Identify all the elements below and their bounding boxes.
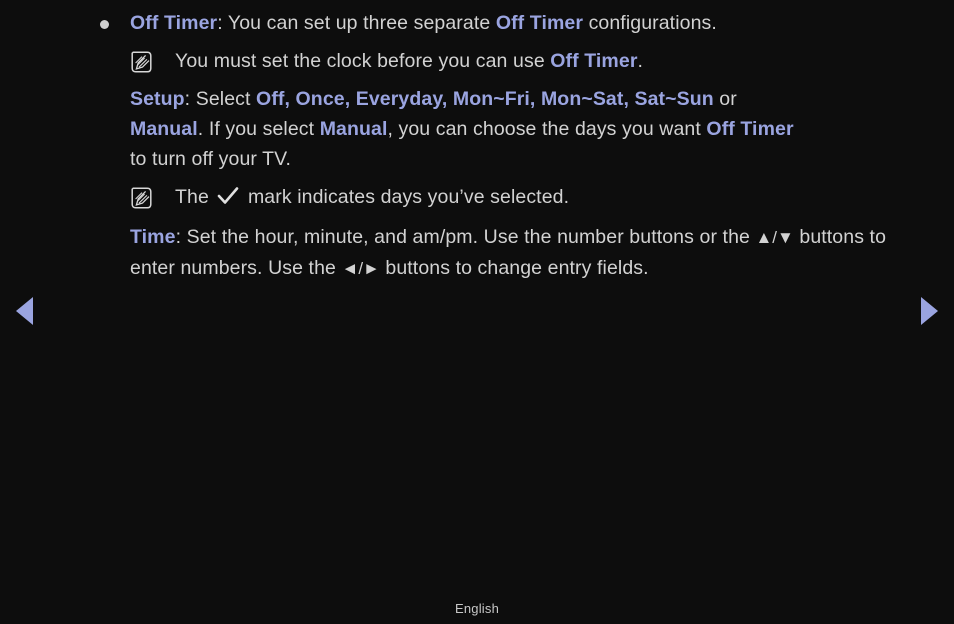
ereader-page: Off Timer: You can set up three separate…: [0, 0, 954, 624]
time-label: Time: [130, 226, 176, 248]
next-page-arrow-icon[interactable]: [921, 297, 938, 325]
setup-colon: :: [184, 88, 196, 110]
setup-label: Setup: [130, 88, 185, 110]
time-text-3: buttons to change entry fields.: [379, 257, 649, 279]
note2-text-before: The: [175, 186, 215, 208]
check-mark-icon: [217, 184, 239, 214]
setup-options: Off, Once, Everyday, Mon~Fri, Mon~Sat, S…: [256, 88, 714, 110]
bullet-title: Off Timer: [130, 12, 218, 34]
setup-select-text: Select: [195, 88, 257, 110]
left-right-arrows-symbol: ◄/►: [341, 259, 380, 278]
setup-line3: to turn off your TV.: [130, 148, 291, 170]
note1-text-before: You must set the clock before you can us…: [175, 50, 551, 72]
note1-text-after: .: [637, 50, 644, 72]
note-clock-required: You must set the clock before you can us…: [0, 46, 954, 76]
bullet-text-before: You can set up three separate: [227, 12, 496, 34]
setup-off-timer-term: Off Timer: [706, 118, 794, 140]
time-text-1: Set the hour, minute, and am/pm. Use the…: [186, 226, 756, 248]
up-down-arrows-symbol: ▲/▼: [755, 228, 794, 247]
setup-line2-mid-1: . If you select: [197, 118, 320, 140]
manual-content: Off Timer: You can set up three separate…: [0, 8, 954, 284]
note-check-mark: The mark indicates days you’ve selected.: [0, 182, 954, 214]
setup-or-text: or: [713, 88, 737, 110]
time-colon: :: [175, 226, 187, 248]
bullet-text-after: configurations.: [583, 12, 717, 34]
note-pencil-icon: [130, 50, 154, 74]
setup-manual-term-1: Manual: [130, 118, 198, 140]
bullet-paragraph-off-timer: Off Timer: You can set up three separate…: [0, 8, 954, 38]
setup-paragraph: Setup: Select Off, Once, Everyday, Mon~F…: [0, 84, 954, 174]
footer-language-label: English: [454, 601, 500, 616]
setup-manual-term-2: Manual: [319, 118, 388, 140]
bullet-inline-term: Off Timer: [495, 12, 584, 34]
prev-page-arrow-icon[interactable]: [16, 297, 33, 325]
note1-inline-term: Off Timer: [550, 50, 638, 72]
note-pencil-icon: [130, 186, 154, 210]
bullet-colon: :: [217, 12, 228, 34]
bullet-dot-icon: [100, 20, 109, 29]
time-paragraph: Time: Set the hour, minute, and am/pm. U…: [0, 222, 954, 284]
setup-line2-mid-2: , you can choose the days you want: [387, 118, 707, 140]
note2-text-after: mark indicates days you’ve selected.: [242, 186, 570, 208]
